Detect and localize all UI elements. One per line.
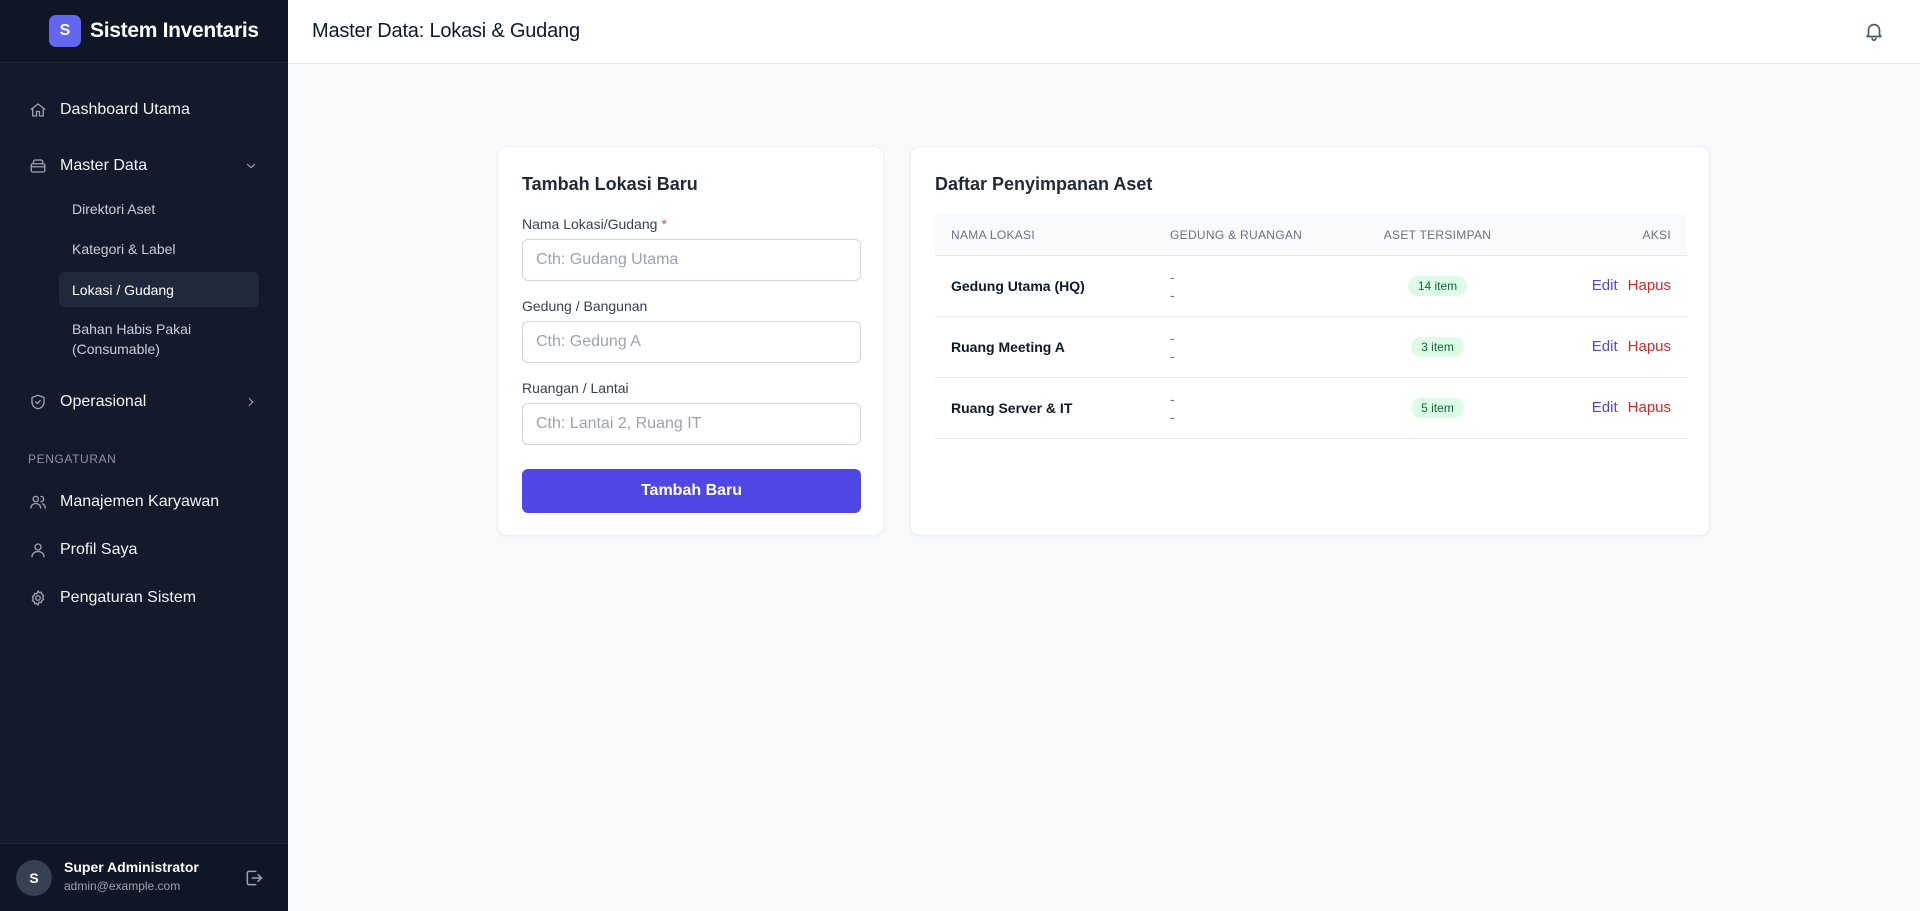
list-title: Daftar Penyimpanan Aset (935, 174, 1153, 194)
column-header-gedung-ruangan: GEDUNG & RUANGAN (1170, 227, 1303, 242)
building-room-cell: -- (1154, 316, 1354, 377)
user-icon (28, 540, 48, 560)
brand[interactable]: S Sistem Inventaris (0, 0, 288, 63)
asset-count-badge: 14 item (1407, 275, 1468, 296)
sidebar-subitem-lokasi-gudang[interactable]: Lokasi / Gudang (59, 272, 259, 307)
edit-link[interactable]: Edit (1592, 399, 1618, 416)
section-label-pengaturan: PENGATURAN (28, 452, 117, 466)
delete-link[interactable]: Hapus (1628, 399, 1671, 416)
chevron-down-icon (244, 159, 258, 173)
table-row: Gedung Utama (HQ) -- 14 item Edit Hapus (935, 255, 1687, 316)
building-room-cell: -- (1154, 377, 1354, 438)
building-value: - (1170, 329, 1175, 346)
required-mark: * (661, 216, 667, 232)
location-name: Ruang Meeting A (951, 338, 1065, 355)
sidebar-item-dashboard[interactable]: Dashboard Utama (0, 98, 288, 122)
sidebar-item-pengaturan-sistem[interactable]: Pengaturan Sistem (0, 586, 288, 610)
sidebar: S Sistem Inventaris Dashboard Utama Mast… (0, 0, 288, 911)
asset-count-cell: 14 item (1354, 255, 1521, 316)
sidebar-item-label: Pengaturan Sistem (60, 589, 197, 606)
sidebar-item-master-data[interactable]: Master Data (0, 154, 288, 178)
location-name: Gedung Utama (HQ) (951, 277, 1085, 294)
room-value: - (1170, 347, 1175, 364)
sidebar-item-operasional[interactable]: Operasional (0, 390, 288, 414)
location-name-input[interactable] (522, 239, 861, 281)
table-row: Ruang Meeting A -- 3 item Edit Hapus (935, 316, 1687, 377)
actions-cell: Edit Hapus (1521, 316, 1687, 377)
column-header-nama-lokasi: NAMA LOKASI (951, 227, 1035, 242)
asset-count-cell: 5 item (1354, 377, 1521, 438)
brand-logo: S (49, 15, 81, 47)
table-row: Ruang Server & IT -- 5 item Edit Hapus (935, 377, 1687, 438)
room-input[interactable] (522, 403, 861, 445)
user-email: admin@example.com (64, 879, 181, 893)
home-icon (28, 100, 48, 120)
asset-count-badge: 5 item (1411, 397, 1464, 418)
archive-icon (28, 156, 48, 176)
sidebar-item-label: Master Data (60, 157, 148, 174)
user-footer: S Super Administrator admin@example.com (0, 843, 288, 911)
location-name-label-text: Nama Lokasi/Gudang (522, 216, 658, 232)
gear-icon (28, 588, 48, 608)
delete-link[interactable]: Hapus (1628, 338, 1671, 355)
chevron-right-icon (244, 395, 258, 409)
logout-icon[interactable] (244, 868, 264, 888)
actions-cell: Edit Hapus (1521, 377, 1687, 438)
sidebar-item-profil-saya[interactable]: Profil Saya (0, 538, 288, 562)
column-header-aset-tersimpan: ASET TERSIMPAN (1383, 227, 1492, 242)
building-value: - (1170, 390, 1175, 407)
room-value: - (1170, 408, 1175, 425)
actions-cell: Edit Hapus (1521, 255, 1687, 316)
delete-link[interactable]: Hapus (1628, 277, 1671, 294)
top-header: Master Data: Lokasi & Gudang (288, 0, 1920, 64)
add-new-button[interactable]: Tambah Baru (522, 469, 861, 513)
building-value: - (1170, 268, 1175, 285)
storage-list-card: Daftar Penyimpanan Aset NAMA LOKASI GEDU… (910, 146, 1710, 536)
sidebar-item-label: Operasional (60, 393, 147, 410)
page-title: Master Data: Lokasi & Gudang (312, 20, 580, 42)
bell-icon[interactable] (1863, 20, 1885, 42)
users-icon (28, 492, 48, 512)
building-room-cell: -- (1154, 255, 1354, 316)
building-label: Gedung / Bangunan (522, 298, 648, 314)
user-name: Super Administrator (64, 859, 199, 875)
sidebar-item-label: Dashboard Utama (60, 101, 190, 118)
sidebar-item-label: Profil Saya (60, 541, 138, 558)
building-input[interactable] (522, 321, 861, 363)
sidebar-item-label: Manajemen Karyawan (60, 493, 220, 510)
sidebar-item-manajemen-karyawan[interactable]: Manajemen Karyawan (0, 490, 288, 514)
asset-count-badge: 3 item (1411, 336, 1464, 357)
location-name-label: Nama Lokasi/Gudang * (522, 216, 667, 232)
edit-link[interactable]: Edit (1592, 277, 1618, 294)
avatar[interactable]: S (16, 860, 52, 896)
sidebar-subitem-kategori-label[interactable]: Kategori & Label (59, 238, 259, 260)
asset-count-cell: 3 item (1354, 316, 1521, 377)
room-label: Ruangan / Lantai (522, 380, 629, 396)
location-name: Ruang Server & IT (951, 399, 1073, 416)
add-location-card: Tambah Lokasi Baru Nama Lokasi/Gudang * … (497, 146, 884, 536)
edit-link[interactable]: Edit (1592, 338, 1618, 355)
sidebar-subitem-bahan-habis-pakai[interactable]: Bahan Habis Pakai (Consumable) (59, 318, 219, 360)
brand-title: Sistem Inventaris (90, 19, 259, 42)
locations-table: NAMA LOKASI GEDUNG & RUANGAN ASET TERSIM… (935, 215, 1687, 439)
shield-check-icon (28, 392, 48, 412)
room-value: - (1170, 286, 1175, 303)
column-header-aksi: AKSI (1642, 227, 1671, 242)
sidebar-subitem-direktori-aset[interactable]: Direktori Aset (59, 198, 259, 220)
form-title: Tambah Lokasi Baru (522, 174, 698, 194)
table-header-row: NAMA LOKASI GEDUNG & RUANGAN ASET TERSIM… (935, 215, 1687, 255)
